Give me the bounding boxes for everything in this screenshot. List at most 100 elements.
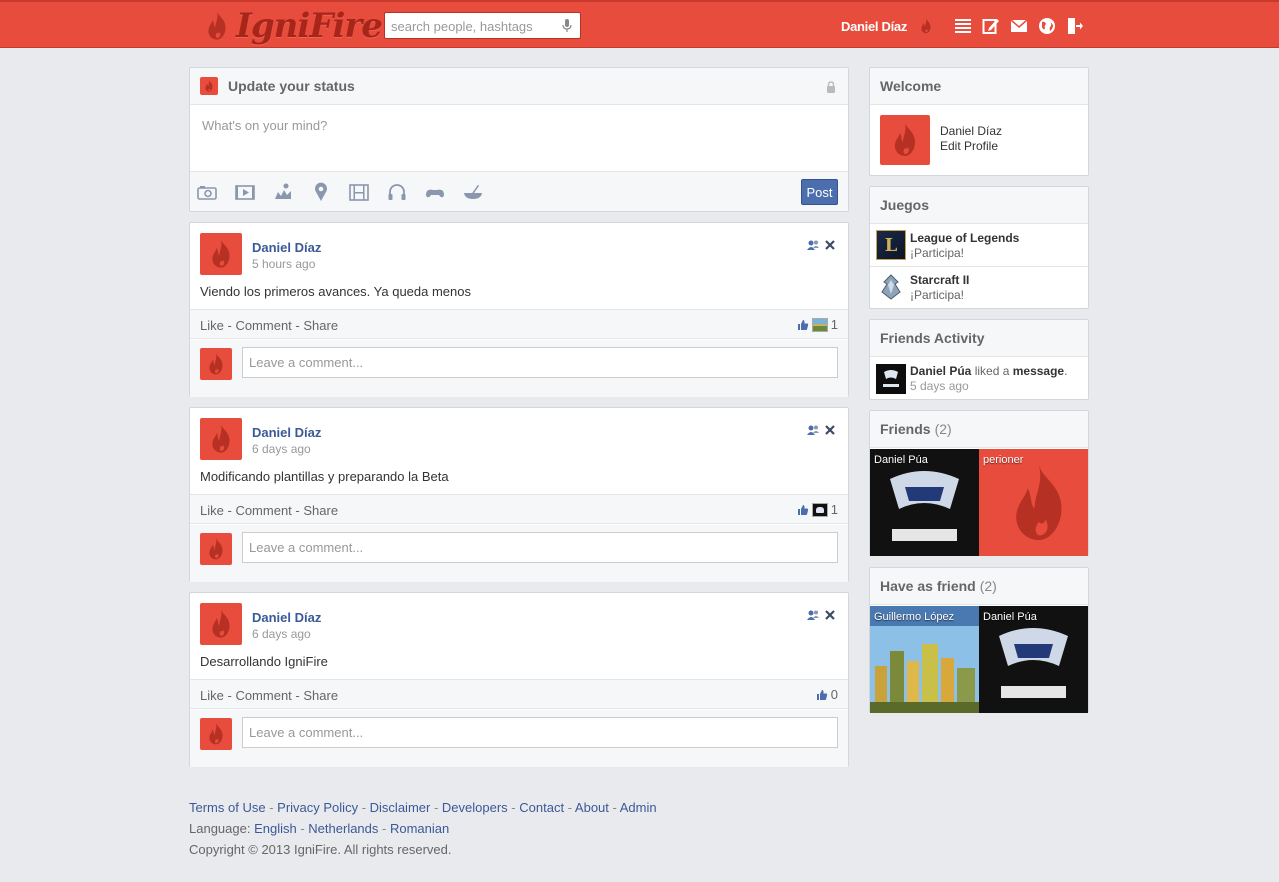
search-input[interactable] bbox=[391, 17, 559, 35]
game-icon[interactable] bbox=[424, 182, 446, 202]
comment-link[interactable]: Comment bbox=[235, 688, 291, 703]
follower-tile[interactable]: Daniel Púa bbox=[979, 606, 1088, 713]
friend-tile[interactable]: Daniel Púa bbox=[870, 449, 979, 556]
friend-tile[interactable]: perioner bbox=[979, 449, 1088, 556]
mail-icon[interactable] bbox=[1010, 17, 1028, 35]
post-action-bar: Like - Comment - Share 1 bbox=[190, 309, 848, 339]
game-name[interactable]: Starcraft II bbox=[910, 273, 969, 287]
liker-avatar[interactable] bbox=[811, 502, 828, 517]
profile-avatar[interactable] bbox=[880, 115, 930, 165]
post-author-avatar[interactable] bbox=[200, 418, 242, 460]
comment-link[interactable]: Comment bbox=[235, 318, 291, 333]
flame-icon bbox=[204, 237, 238, 271]
friends-activity-panel: Friends Activity Daniel Púa liked a mess… bbox=[869, 319, 1089, 400]
tag-people-icon[interactable] bbox=[807, 239, 820, 251]
footer-link-disclaimer[interactable]: Disclaimer bbox=[370, 800, 431, 815]
user-avatar-icon[interactable] bbox=[917, 15, 935, 37]
like-link[interactable]: Like bbox=[200, 318, 224, 333]
share-link[interactable]: Share bbox=[303, 503, 338, 518]
comment-input[interactable] bbox=[242, 717, 838, 748]
flame-icon bbox=[203, 721, 229, 747]
header-user-name[interactable]: Daniel Díaz bbox=[841, 19, 907, 34]
food-icon[interactable] bbox=[462, 182, 484, 202]
post-author-avatar[interactable] bbox=[200, 233, 242, 275]
footer: Terms of Use - Privacy Policy - Disclaim… bbox=[189, 797, 657, 860]
post-text: Viendo los primeros avances. Ya queda me… bbox=[200, 284, 472, 299]
comment-input[interactable] bbox=[242, 347, 838, 378]
close-icon[interactable] bbox=[824, 424, 836, 436]
location-icon[interactable] bbox=[310, 182, 332, 202]
footer-link-about[interactable]: About bbox=[575, 800, 609, 815]
footer-link-privacy[interactable]: Privacy Policy bbox=[277, 800, 358, 815]
activity-title: Friends Activity bbox=[880, 330, 985, 346]
list-icon[interactable] bbox=[954, 17, 972, 35]
activity-header: Friends Activity bbox=[870, 320, 1088, 357]
welcome-header: Welcome bbox=[870, 68, 1088, 105]
likes-summary[interactable]: 1 bbox=[797, 502, 838, 517]
globe-icon[interactable] bbox=[1038, 17, 1056, 35]
edit-profile-link[interactable]: Edit Profile bbox=[940, 139, 998, 153]
game-name[interactable]: League of Legends bbox=[910, 231, 1019, 245]
close-icon[interactable] bbox=[824, 609, 836, 621]
likes-summary[interactable]: 1 bbox=[797, 317, 838, 332]
post-author-name[interactable]: Daniel Díaz bbox=[252, 240, 321, 255]
language-netherlands[interactable]: Netherlands bbox=[308, 821, 378, 836]
comment-link[interactable]: Comment bbox=[235, 503, 291, 518]
like-link[interactable]: Like bbox=[200, 688, 224, 703]
game-participate[interactable]: ¡Participa! bbox=[910, 246, 964, 260]
game-item[interactable]: Starcraft II ¡Participa! bbox=[870, 267, 1088, 309]
video-icon[interactable] bbox=[234, 182, 256, 202]
film-icon[interactable] bbox=[348, 182, 370, 202]
comment-input[interactable] bbox=[242, 532, 838, 563]
game-participate[interactable]: ¡Participa! bbox=[910, 288, 964, 302]
music-icon[interactable] bbox=[386, 182, 408, 202]
status-header: Update your status bbox=[190, 68, 848, 105]
footer-link-contact[interactable]: Contact bbox=[519, 800, 564, 815]
games-header: Juegos bbox=[870, 187, 1088, 224]
post-timestamp: 5 hours ago bbox=[252, 257, 316, 271]
camera-icon[interactable] bbox=[196, 182, 218, 202]
friends-panel: Friends (2) Daniel Púa perioner bbox=[869, 410, 1089, 556]
footer-link-developers[interactable]: Developers bbox=[442, 800, 508, 815]
footer-link-terms[interactable]: Terms of Use bbox=[189, 800, 266, 815]
language-english[interactable]: English bbox=[254, 821, 297, 836]
flame-icon bbox=[204, 607, 238, 641]
language-romanian[interactable]: Romanian bbox=[390, 821, 449, 836]
language-selector: Language: English - Netherlands - Romani… bbox=[189, 821, 450, 836]
share-link[interactable]: Share bbox=[303, 688, 338, 703]
close-icon[interactable] bbox=[824, 239, 836, 251]
post-button[interactable]: Post bbox=[801, 179, 838, 205]
app-logo[interactable]: IgniFire bbox=[200, 4, 383, 48]
share-link[interactable]: Share bbox=[303, 318, 338, 333]
tag-people-icon[interactable] bbox=[807, 424, 820, 436]
post-author-name[interactable]: Daniel Díaz bbox=[252, 425, 321, 440]
activity-object[interactable]: message bbox=[1013, 364, 1064, 378]
status-input[interactable] bbox=[190, 106, 848, 170]
have-as-friend-header: Have as friend (2) bbox=[870, 568, 1088, 605]
follower-tile[interactable]: Guillermo López bbox=[870, 606, 979, 713]
profile-name[interactable]: Daniel Díaz bbox=[940, 124, 1002, 138]
liker-avatar[interactable] bbox=[811, 317, 828, 332]
likes-summary[interactable]: 0 bbox=[816, 687, 838, 702]
microphone-icon[interactable] bbox=[562, 19, 572, 33]
lock-icon[interactable] bbox=[826, 81, 836, 93]
follower-name: Guillermo López bbox=[874, 611, 955, 623]
flame-icon bbox=[203, 351, 229, 377]
like-link[interactable]: Like bbox=[200, 503, 224, 518]
game-item[interactable]: L League of Legends ¡Participa! bbox=[870, 225, 1088, 267]
post-actions bbox=[807, 239, 836, 251]
flame-icon bbox=[202, 79, 216, 93]
top-navbar: IgniFire Daniel Díaz bbox=[0, 0, 1279, 48]
activity-actor[interactable]: Daniel Púa bbox=[910, 364, 971, 378]
post-author-avatar[interactable] bbox=[200, 603, 242, 645]
post-author-name[interactable]: Daniel Díaz bbox=[252, 610, 321, 625]
post-actions bbox=[807, 609, 836, 621]
footer-link-admin[interactable]: Admin bbox=[620, 800, 657, 815]
tag-people-icon[interactable] bbox=[807, 609, 820, 621]
thought-icon[interactable] bbox=[272, 182, 294, 202]
logout-icon[interactable] bbox=[1066, 17, 1084, 35]
flame-icon bbox=[885, 120, 925, 160]
edit-icon[interactable] bbox=[982, 17, 1000, 35]
activity-avatar[interactable] bbox=[876, 364, 906, 394]
footer-links: Terms of Use - Privacy Policy - Disclaim… bbox=[189, 800, 657, 815]
